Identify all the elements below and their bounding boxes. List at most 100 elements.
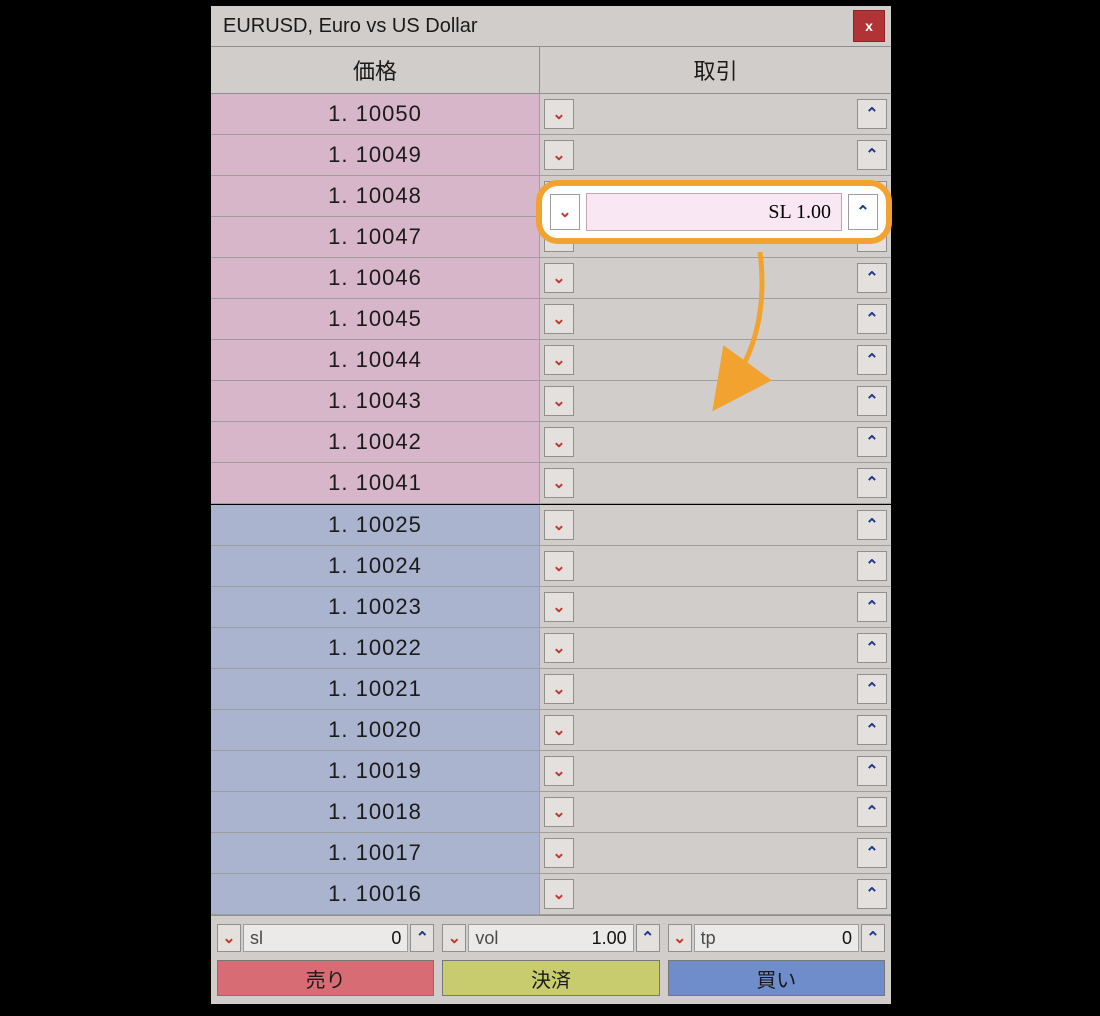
price-cell: 1. 10042 (211, 422, 540, 462)
row-sell-button[interactable]: ⌄ (544, 715, 574, 745)
price-cell: 1. 10019 (211, 751, 540, 791)
trade-cell: ⌄⌃ (540, 258, 891, 298)
row-buy-button[interactable]: ⌃ (857, 551, 887, 581)
price-cell: 1. 10024 (211, 546, 540, 586)
tp-down-button[interactable]: ⌄ (668, 924, 692, 952)
row-sell-button[interactable]: ⌄ (544, 633, 574, 663)
chevron-up-icon: ⌃ (865, 638, 878, 658)
row-sell-button[interactable]: ⌄ (544, 386, 574, 416)
price-row: 1. 10041⌄⌃ (211, 463, 891, 504)
price-cell: 1. 10023 (211, 587, 540, 627)
price-row: 1. 10019⌄⌃ (211, 751, 891, 792)
row-buy-button[interactable]: ⌃ (857, 140, 887, 170)
row-sell-button[interactable]: ⌄ (544, 140, 574, 170)
row-buy-button[interactable]: ⌃ (857, 99, 887, 129)
row-sell-button[interactable]: ⌄ (544, 674, 574, 704)
buy-button[interactable]: 買い (668, 960, 885, 996)
trade-cell: ⌄⌃ (540, 833, 891, 873)
sl-up-button[interactable]: ⌃ (410, 924, 434, 952)
trade-cell: ⌄⌃ (540, 340, 891, 380)
row-sell-button[interactable]: ⌄ (544, 592, 574, 622)
vol-up-button[interactable]: ⌃ (636, 924, 660, 952)
row-buy-button[interactable]: ⌃ (857, 838, 887, 868)
chevron-down-icon: ⌄ (552, 556, 565, 576)
chevron-down-icon: ⌄ (552, 597, 565, 617)
trade-cell: ⌄⌃ (540, 546, 891, 586)
row-sell-button[interactable]: ⌄ (544, 879, 574, 909)
row-sell-button[interactable]: ⌄ (544, 510, 574, 540)
row-buy-button[interactable]: ⌃ (857, 592, 887, 622)
chevron-up-icon: ⌃ (865, 473, 878, 493)
sl-callout-down[interactable]: ⌄ (550, 194, 580, 230)
trade-cell: ⌄⌃ (540, 505, 891, 545)
row-sell-button[interactable]: ⌄ (544, 797, 574, 827)
row-sell-button[interactable]: ⌄ (544, 304, 574, 334)
row-buy-button[interactable]: ⌃ (857, 879, 887, 909)
price-row: 1. 10046⌄⌃ (211, 258, 891, 299)
price-row: 1. 10023⌄⌃ (211, 587, 891, 628)
order-inputs: ⌄ sl0 ⌃ ⌄ vol1.00 ⌃ ⌄ tp0 ⌃ (211, 915, 891, 960)
row-buy-button[interactable]: ⌃ (857, 510, 887, 540)
price-cell: 1. 10025 (211, 505, 540, 545)
row-buy-button[interactable]: ⌃ (857, 468, 887, 498)
chevron-up-icon: ⌃ (865, 145, 878, 165)
row-buy-button[interactable]: ⌃ (857, 715, 887, 745)
price-cell: 1. 10048 (211, 176, 540, 216)
row-buy-button[interactable]: ⌃ (857, 304, 887, 334)
chevron-down-icon: ⌄ (552, 432, 565, 452)
row-sell-button[interactable]: ⌄ (544, 756, 574, 786)
row-buy-button[interactable]: ⌃ (857, 263, 887, 293)
row-sell-button[interactable]: ⌄ (544, 263, 574, 293)
settle-button[interactable]: 決済 (442, 960, 659, 996)
row-sell-button[interactable]: ⌄ (544, 427, 574, 457)
trade-cell: ⌄⌃ (540, 587, 891, 627)
price-row: 1. 10016⌄⌃ (211, 874, 891, 915)
sl-down-button[interactable]: ⌄ (217, 924, 241, 952)
sl-field[interactable]: sl0 (243, 924, 408, 952)
price-row: 1. 10050⌄⌃ (211, 94, 891, 135)
row-sell-button[interactable]: ⌄ (544, 468, 574, 498)
chevron-up-icon: ⌃ (865, 309, 878, 329)
tp-field[interactable]: tp0 (694, 924, 859, 952)
depth-of-market-window: EURUSD, Euro vs US Dollar x 価格 取引 1. 100… (210, 5, 892, 1005)
header-price: 価格 (211, 47, 540, 93)
price-cell: 1. 10044 (211, 340, 540, 380)
chevron-down-icon: ⌄ (552, 350, 565, 370)
trade-cell: ⌄⌃ (540, 669, 891, 709)
row-buy-button[interactable]: ⌃ (857, 345, 887, 375)
row-buy-button[interactable]: ⌃ (857, 756, 887, 786)
title-bar: EURUSD, Euro vs US Dollar x (211, 6, 891, 47)
sl-callout-value[interactable]: SL 1.00 (586, 193, 842, 231)
price-row: 1. 10020⌄⌃ (211, 710, 891, 751)
trade-cell: ⌄⌃ (540, 751, 891, 791)
sell-button[interactable]: 売り (217, 960, 434, 996)
vol-field[interactable]: vol1.00 (468, 924, 633, 952)
sl-group: ⌄ sl0 ⌃ (217, 924, 434, 952)
chevron-up-icon: ⌃ (865, 802, 878, 822)
close-button[interactable]: x (853, 10, 885, 42)
chevron-up-icon: ⌃ (865, 720, 878, 740)
row-sell-button[interactable]: ⌄ (544, 838, 574, 868)
row-buy-button[interactable]: ⌃ (857, 386, 887, 416)
row-buy-button[interactable]: ⌃ (857, 633, 887, 663)
trade-cell: ⌄⌃ (540, 381, 891, 421)
row-buy-button[interactable]: ⌃ (857, 427, 887, 457)
price-row: 1. 10021⌄⌃ (211, 669, 891, 710)
chevron-up-icon: ⌃ (641, 928, 654, 948)
row-buy-button[interactable]: ⌃ (857, 797, 887, 827)
tp-label: tp (701, 928, 716, 949)
price-row: 1. 10022⌄⌃ (211, 628, 891, 669)
row-sell-button[interactable]: ⌄ (544, 551, 574, 581)
row-buy-button[interactable]: ⌃ (857, 674, 887, 704)
row-sell-button[interactable]: ⌄ (544, 99, 574, 129)
chevron-up-icon: ⌃ (865, 556, 878, 576)
chevron-down-icon: ⌄ (552, 268, 565, 288)
chevron-up-icon: ⌃ (865, 350, 878, 370)
tp-up-button[interactable]: ⌃ (861, 924, 885, 952)
price-row: 1. 10018⌄⌃ (211, 792, 891, 833)
sl-callout-up[interactable]: ⌃ (848, 194, 878, 230)
trade-cell: ⌄⌃ (540, 422, 891, 462)
vol-down-button[interactable]: ⌄ (442, 924, 466, 952)
price-row: 1. 10043⌄⌃ (211, 381, 891, 422)
row-sell-button[interactable]: ⌄ (544, 345, 574, 375)
